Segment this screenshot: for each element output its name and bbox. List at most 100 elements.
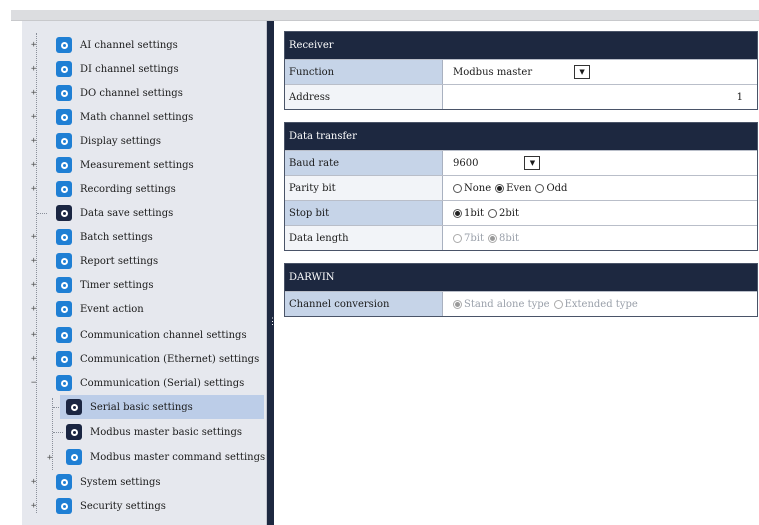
settings-icon (56, 474, 72, 490)
tree-item-label: Recording settings (80, 183, 176, 195)
parity-odd-radio[interactable]: Odd (535, 183, 567, 194)
data-length-row: Data length 7bit 8bit (285, 225, 757, 250)
expand-toggle[interactable]: + (31, 280, 36, 290)
receiver-section: Receiver Function Modbus master ▼ Addres… (284, 31, 758, 110)
channel-conversion-label: Channel conversion (285, 292, 443, 316)
tree-item-label: Modbus master command settings (90, 451, 266, 463)
parity-none-radio[interactable]: None (453, 183, 491, 194)
data-length-label: Data length (285, 226, 443, 250)
expand-toggle[interactable]: + (31, 304, 36, 314)
dropdown-arrow-icon[interactable]: ▼ (524, 156, 541, 170)
splitter-grip-icon[interactable]: ⋮ (268, 316, 277, 328)
function-value: Modbus master (453, 66, 533, 78)
expand-toggle[interactable]: + (31, 354, 36, 364)
settings-icon (56, 351, 72, 367)
settings-icon (56, 301, 72, 317)
tree-item-report-settings[interactable]: Report settings (56, 249, 261, 273)
settings-icon (56, 253, 72, 269)
expand-toggle[interactable]: + (31, 184, 36, 194)
tree-item-data-save-settings[interactable]: Data save settings (56, 201, 261, 225)
tree-item-serial-basic-settings[interactable]: Serial basic settings (60, 395, 264, 419)
baud-rate-value: 9600 (453, 157, 479, 169)
settings-icon (56, 109, 72, 125)
extended-type-radio[interactable]: Extended type (553, 299, 638, 310)
address-input[interactable]: 1 (443, 85, 757, 109)
length-8bit-radio[interactable]: 8bit (487, 233, 519, 244)
baud-rate-label: Baud rate (285, 151, 443, 175)
tree-item-modbus-master-basic-settings[interactable]: Modbus master basic settings (66, 420, 264, 444)
tree-item-label: Report settings (80, 255, 159, 267)
baud-rate-row: Baud rate 9600 ▼ (285, 150, 757, 175)
tree-item-label: Security settings (80, 500, 166, 512)
settings-content: Receiver Function Modbus master ▼ Addres… (274, 21, 759, 525)
tree-item-event-action[interactable]: Event action (56, 297, 261, 321)
dropdown-arrow-icon[interactable]: ▼ (574, 65, 591, 79)
tree-item-label: Communication (Serial) settings (80, 377, 245, 389)
expand-toggle[interactable]: + (47, 453, 52, 463)
settings-icon (56, 498, 72, 514)
settings-icon (56, 181, 72, 197)
channel-conversion-row: Channel conversion Stand alone type Exte… (285, 291, 757, 316)
tree-item-label: Modbus master basic settings (90, 426, 243, 438)
tree-item-do-channel-settings[interactable]: DO channel settings (56, 81, 261, 105)
tree-item-communication-ethernet-settings[interactable]: Communication (Ethernet) settings (56, 347, 261, 371)
tree-item-label: AI channel settings (80, 39, 178, 51)
expand-toggle[interactable]: + (31, 160, 36, 170)
tree-item-label: Measurement settings (80, 159, 194, 171)
function-row: Function Modbus master ▼ (285, 59, 757, 84)
tree-item-di-channel-settings[interactable]: DI channel settings (56, 57, 261, 81)
expand-toggle[interactable]: + (31, 477, 36, 487)
tree-item-security-settings[interactable]: Security settings (56, 494, 261, 518)
stop-1bit-radio[interactable]: 1bit (453, 208, 484, 219)
tree-item-recording-settings[interactable]: Recording settings (56, 177, 261, 201)
address-label: Address (285, 85, 443, 109)
expand-toggle[interactable]: + (31, 330, 36, 340)
tree-item-label: DO channel settings (80, 87, 183, 99)
tree-item-display-settings[interactable]: Display settings (56, 129, 261, 153)
tree-item-ai-channel-settings[interactable]: AI channel settings (56, 33, 261, 57)
collapse-toggle[interactable]: − (31, 378, 36, 388)
expand-toggle[interactable]: + (31, 112, 36, 122)
section-title: Receiver (285, 32, 757, 59)
tree-item-batch-settings[interactable]: Batch settings (56, 225, 261, 249)
address-row: Address 1 (285, 84, 757, 109)
settings-icon (56, 85, 72, 101)
tree-item-modbus-master-command-settings[interactable]: Modbus master command settings (66, 445, 266, 469)
tree-item-measurement-settings[interactable]: Measurement settings (56, 153, 261, 177)
tree-item-communication-serial-settings[interactable]: Communication (Serial) settings (56, 371, 261, 395)
settings-icon (56, 61, 72, 77)
tree-item-label: DI channel settings (80, 63, 179, 75)
stop-bit-row: Stop bit 1bit 2bit (285, 200, 757, 225)
parity-even-radio[interactable]: Even (495, 183, 531, 194)
expand-toggle[interactable]: + (31, 64, 36, 74)
section-title: DARWIN (285, 264, 757, 291)
expand-toggle[interactable]: + (31, 256, 36, 266)
tree-item-math-channel-settings[interactable]: Math channel settings (56, 105, 261, 129)
expand-toggle[interactable]: + (31, 501, 36, 511)
channel-conversion-options: Stand alone type Extended type (443, 292, 757, 316)
tree-connector (53, 432, 63, 433)
stop-2bit-radio[interactable]: 2bit (487, 208, 519, 219)
tree-item-timer-settings[interactable]: Timer settings (56, 273, 261, 297)
settings-icon (56, 277, 72, 293)
expand-toggle[interactable]: + (31, 232, 36, 242)
stand-alone-type-radio[interactable]: Stand alone type (453, 299, 550, 310)
baud-rate-select[interactable]: 9600 ▼ (443, 151, 757, 175)
pane-splitter[interactable] (267, 21, 274, 525)
darwin-section: DARWIN Channel conversion Stand alone ty… (284, 263, 758, 317)
tree-item-communication-channel-settings[interactable]: Communication channel settings (56, 323, 261, 347)
settings-icon (56, 133, 72, 149)
expand-toggle[interactable]: + (31, 136, 36, 146)
tree-item-label: Batch settings (80, 231, 153, 243)
expand-toggle[interactable]: + (31, 88, 36, 98)
expand-toggle[interactable]: + (31, 40, 36, 50)
tree-item-label: Timer settings (80, 279, 154, 291)
data-length-options: 7bit 8bit (443, 226, 757, 250)
length-7bit-radio[interactable]: 7bit (453, 233, 484, 244)
tree-item-system-settings[interactable]: System settings (56, 470, 261, 494)
parity-bit-row: Parity bit None Even Odd (285, 175, 757, 200)
tree-item-label: Data save settings (80, 207, 174, 219)
section-title: Data transfer (285, 123, 757, 150)
tree-item-label: Display settings (80, 135, 161, 147)
function-select[interactable]: Modbus master ▼ (443, 60, 757, 84)
